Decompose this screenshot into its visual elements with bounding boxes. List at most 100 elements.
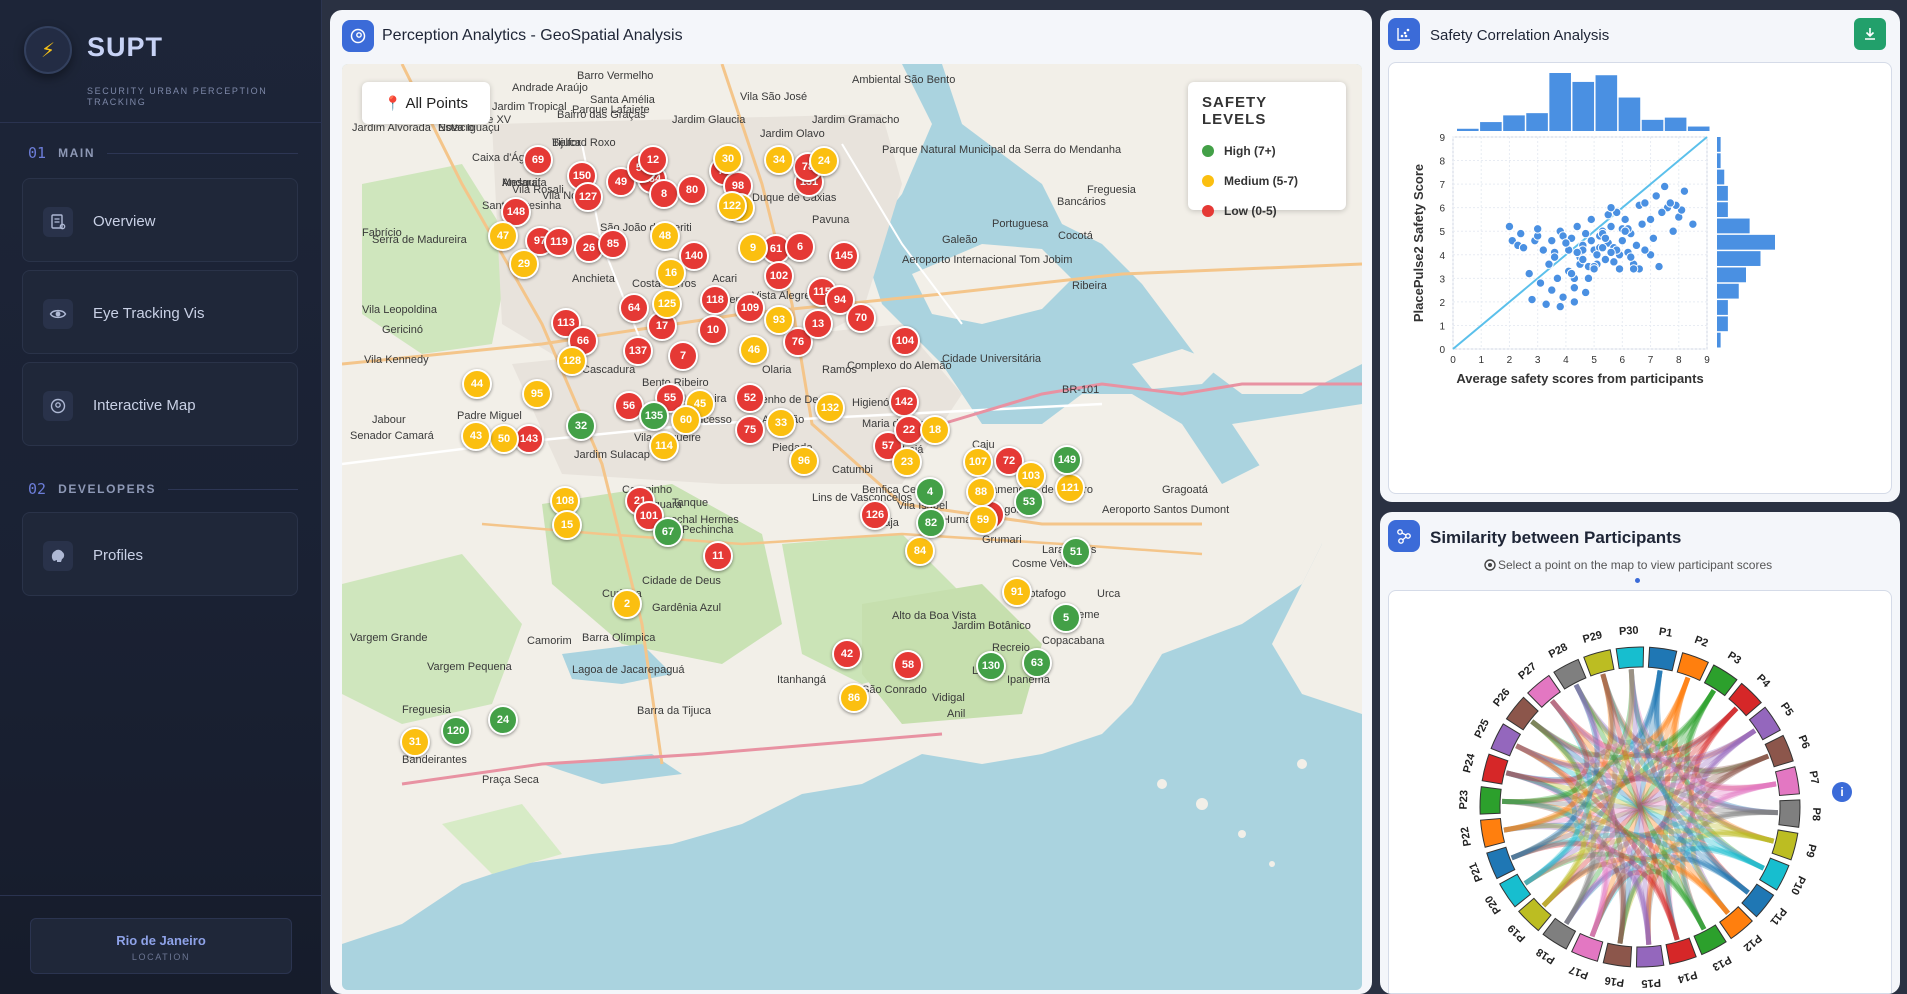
map-marker[interactable]: 63 xyxy=(1022,648,1052,678)
all-points-button[interactable]: 📍 All Points xyxy=(362,82,490,124)
participant-arc xyxy=(1665,937,1697,965)
map-marker[interactable]: 10 xyxy=(698,315,728,345)
correlation-chart-frame: 0 1 2 3 4 5 6 7 8 9 0 1 2 3 4 5 6 7 8 9 Average safety score… xyxy=(1388,62,1892,494)
map-marker[interactable]: 88 xyxy=(966,477,996,507)
map-marker[interactable]: 121 xyxy=(1055,473,1085,503)
map-marker[interactable]: 30 xyxy=(713,144,743,174)
map-marker[interactable]: 8 xyxy=(649,179,679,209)
sidebar-item-overview[interactable]: Overview xyxy=(22,178,298,262)
map-marker[interactable]: 43 xyxy=(461,421,491,451)
map-marker[interactable]: 31 xyxy=(400,727,430,757)
place-label: Vila Leopoldina xyxy=(362,304,438,316)
map-marker[interactable]: 91 xyxy=(1002,577,1032,607)
map-marker[interactable]: 46 xyxy=(739,335,769,365)
map-marker[interactable]: 120 xyxy=(441,716,471,746)
map-canvas[interactable]: Nova Iguaçu Belford Roxo Mesquita São João … xyxy=(342,64,1362,990)
map-marker[interactable]: 127 xyxy=(573,182,603,212)
map-marker[interactable]: 50 xyxy=(489,424,519,454)
map-marker[interactable]: 69 xyxy=(523,145,553,175)
sidebar-item-eye-tracking[interactable]: Eye Tracking Vis xyxy=(22,270,298,354)
map-marker[interactable]: 7 xyxy=(668,341,698,371)
map-marker[interactable]: 130 xyxy=(976,651,1006,681)
map-marker[interactable]: 96 xyxy=(789,446,819,476)
sidebar-item-profiles[interactable]: Profiles xyxy=(22,512,298,596)
scatter-point xyxy=(1640,245,1650,255)
map-marker[interactable]: 47 xyxy=(488,221,518,251)
map-marker[interactable]: 58 xyxy=(893,650,923,680)
map-marker[interactable]: 93 xyxy=(764,305,794,335)
map-marker[interactable]: 64 xyxy=(619,293,649,323)
map-marker[interactable]: 85 xyxy=(598,229,628,259)
map-marker[interactable]: 29 xyxy=(509,249,539,279)
download-button[interactable] xyxy=(1854,18,1886,50)
map-marker[interactable]: 122 xyxy=(717,191,747,221)
map-marker[interactable]: 125 xyxy=(652,289,682,319)
sidebar-item-interactive-map[interactable]: Interactive Map xyxy=(22,362,298,446)
participant-label: P16 xyxy=(1604,974,1625,989)
map-marker[interactable]: 128 xyxy=(557,346,587,376)
scatter-point xyxy=(1580,287,1591,298)
map-marker[interactable]: 4 xyxy=(915,477,945,507)
map-marker[interactable]: 53 xyxy=(1014,487,1044,517)
map-marker[interactable]: 84 xyxy=(905,536,935,566)
map-marker[interactable]: 114 xyxy=(649,431,679,461)
map-marker[interactable]: 67 xyxy=(653,517,683,547)
chord-diagram[interactable]: P1 P2 P3 P4 P5P6 P7 P8 P9 P10P11P12 P13 P14 P15 P16 P… xyxy=(1389,591,1891,994)
map-marker[interactable]: 145 xyxy=(829,241,859,271)
map-marker[interactable]: 6 xyxy=(785,232,815,262)
map-marker[interactable]: 109 xyxy=(735,293,765,323)
map-marker[interactable]: 34 xyxy=(764,145,794,175)
map-marker[interactable]: 118 xyxy=(700,285,730,315)
map-marker[interactable]: 15 xyxy=(552,510,582,540)
histogram-bar-x xyxy=(1549,73,1571,131)
map-marker[interactable]: 142 xyxy=(889,387,919,417)
map-marker[interactable]: 11 xyxy=(703,541,733,571)
participant-arc xyxy=(1542,917,1577,950)
map-marker[interactable]: 5 xyxy=(1051,603,1081,633)
map-marker[interactable]: 48 xyxy=(650,221,680,251)
map-marker[interactable]: 52 xyxy=(735,383,765,413)
map-marker[interactable]: 23 xyxy=(892,447,922,477)
place-label: Ribeira xyxy=(1072,280,1107,292)
map-panel: Perception Analytics - GeoSpatial Analys… xyxy=(330,10,1372,994)
map-marker[interactable]: 119 xyxy=(544,227,574,257)
map-marker[interactable]: 60 xyxy=(671,405,701,435)
map-marker[interactable]: 9 xyxy=(738,233,768,263)
map-marker[interactable]: 24 xyxy=(809,146,839,176)
participant-arc xyxy=(1480,817,1506,848)
map-marker[interactable]: 107 xyxy=(963,447,993,477)
map-marker[interactable]: 24 xyxy=(488,705,518,735)
histogram-bar-y xyxy=(1717,202,1728,218)
map-marker[interactable]: 51 xyxy=(1061,537,1091,567)
map-marker[interactable]: 82 xyxy=(916,508,946,538)
map-marker[interactable]: 16 xyxy=(656,258,686,288)
map-marker[interactable]: 2 xyxy=(612,589,642,619)
histogram-bar-y xyxy=(1717,300,1728,315)
correlation-chart[interactable]: 0 1 2 3 4 5 6 7 8 90123456789Average safety score… xyxy=(1389,63,1891,493)
map-marker[interactable]: 126 xyxy=(860,500,890,530)
map-marker[interactable]: 104 xyxy=(890,326,920,356)
map-marker[interactable]: 42 xyxy=(832,639,862,669)
map-marker[interactable]: 44 xyxy=(462,369,492,399)
map-marker[interactable]: 59 xyxy=(968,505,998,535)
map-marker[interactable]: 95 xyxy=(522,379,552,409)
map-marker[interactable]: 86 xyxy=(839,683,869,713)
map-marker[interactable]: 137 xyxy=(623,336,653,366)
map-marker[interactable]: 102 xyxy=(764,261,794,291)
scatter-icon xyxy=(1388,18,1420,50)
map-marker[interactable]: 18 xyxy=(920,415,950,445)
map-marker[interactable]: 75 xyxy=(735,415,765,445)
map-marker[interactable]: 12 xyxy=(638,145,668,175)
info-icon[interactable]: i xyxy=(1832,782,1852,802)
place-label: Benfica xyxy=(862,484,899,496)
map-marker[interactable]: 13 xyxy=(803,309,833,339)
map-marker[interactable]: 135 xyxy=(639,401,669,431)
map-marker[interactable]: 32 xyxy=(566,411,596,441)
map-marker[interactable]: 80 xyxy=(677,175,707,205)
place-label: Tijuca xyxy=(552,137,581,149)
map-marker[interactable]: 70 xyxy=(846,303,876,333)
map-marker[interactable]: 149 xyxy=(1052,445,1082,475)
map-marker[interactable]: 132 xyxy=(815,393,845,423)
map-marker[interactable]: 33 xyxy=(766,408,796,438)
scatter-point xyxy=(1688,219,1698,229)
